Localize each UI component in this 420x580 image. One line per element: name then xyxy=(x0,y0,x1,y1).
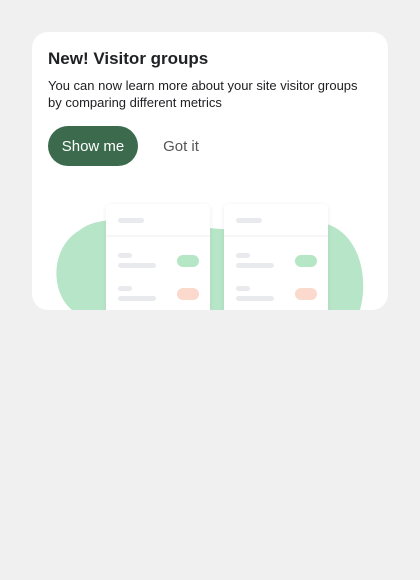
left-row2-label-placeholder xyxy=(118,286,132,291)
left-row2-negative-pill xyxy=(177,288,199,300)
right-row2-value-placeholder xyxy=(236,296,274,301)
show-me-button[interactable]: Show me xyxy=(48,126,138,166)
notification-title: New! Visitor groups xyxy=(48,49,209,68)
got-it-button[interactable]: Got it xyxy=(150,126,212,166)
left-row1-value-placeholder xyxy=(118,263,156,268)
visitor-groups-notification-card: New! Visitor groups You can now learn mo… xyxy=(32,32,388,310)
right-row2-label-placeholder xyxy=(236,286,250,291)
right-row1-positive-pill xyxy=(295,255,317,267)
right-card-header-placeholder xyxy=(236,218,262,223)
left-row2-value-placeholder xyxy=(118,296,156,301)
notification-description: You can now learn more about your site v… xyxy=(48,78,358,110)
visitor-groups-illustration-icon xyxy=(56,204,364,310)
left-row1-label-placeholder xyxy=(118,253,132,258)
left-row1-positive-pill xyxy=(177,255,199,267)
right-row1-value-placeholder xyxy=(236,263,274,268)
right-row1-label-placeholder xyxy=(236,253,250,258)
left-card-header-placeholder xyxy=(118,218,144,223)
right-row2-negative-pill xyxy=(295,288,317,300)
